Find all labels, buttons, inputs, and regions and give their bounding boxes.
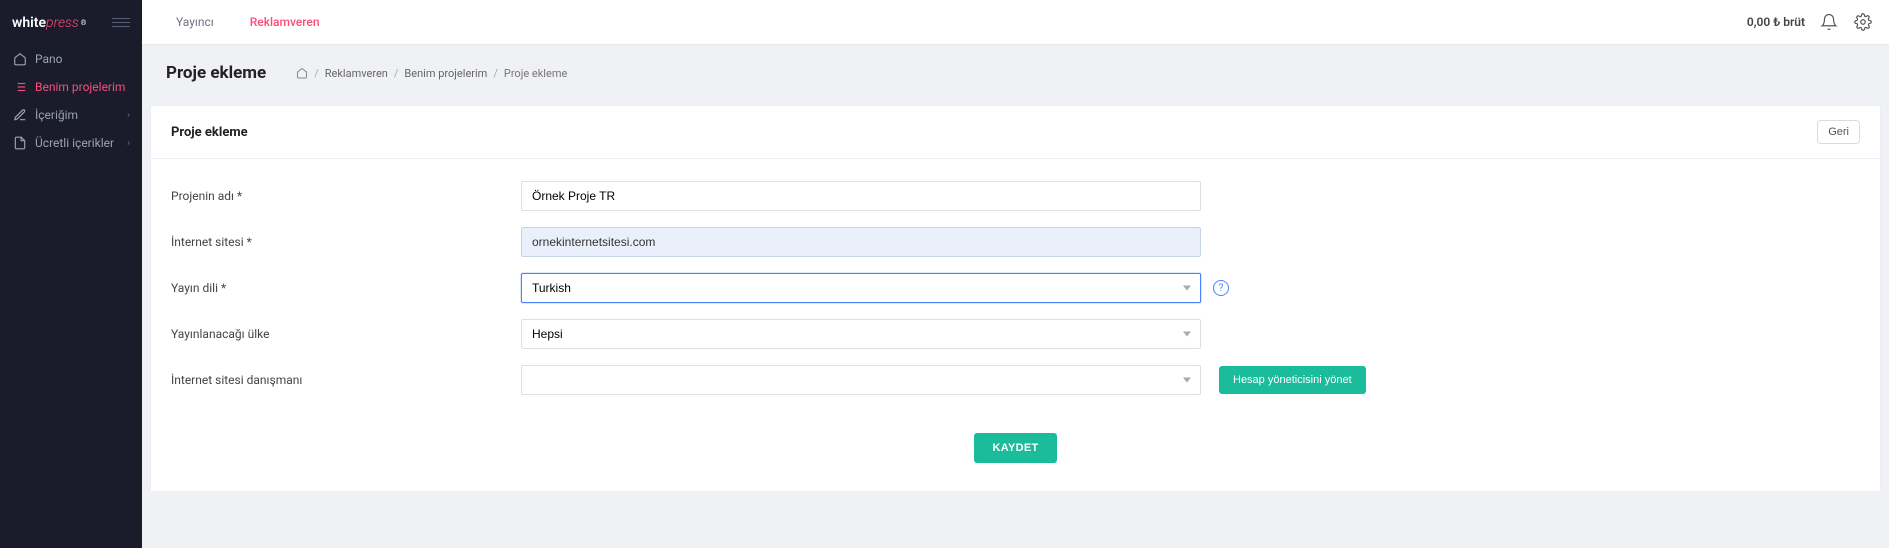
role-tabs: Yayıncı Reklamveren xyxy=(158,0,338,44)
page-header: Proje ekleme / Reklamveren / Benim proje… xyxy=(142,45,1889,105)
row-language: Yayın dili * ? xyxy=(171,273,1860,303)
tab-publisher[interactable]: Yayıncı xyxy=(158,0,232,44)
balance-label[interactable]: 0,00 ₺ brüt xyxy=(1747,15,1805,29)
breadcrumb-projects[interactable]: Benim projelerim xyxy=(404,67,487,80)
edit-icon xyxy=(12,108,27,123)
back-button[interactable]: Geri xyxy=(1817,120,1860,144)
sidebar-item-pano[interactable]: Pano xyxy=(0,45,142,73)
label-website: İnternet sitesi * xyxy=(171,235,521,249)
chevron-right-icon: › xyxy=(127,138,130,149)
project-name-input[interactable] xyxy=(521,181,1201,211)
row-website: İnternet sitesi * xyxy=(171,227,1860,257)
row-advisor: İnternet sitesi danışmanı Hesap yönetici… xyxy=(171,365,1860,395)
menu-toggle-icon[interactable] xyxy=(112,18,130,27)
breadcrumb-sep: / xyxy=(314,67,319,80)
panel-header: Proje ekleme Geri xyxy=(151,106,1880,159)
sidebar-item-label: Pano xyxy=(35,52,63,66)
sidebar-item-label: Ücretli içerikler xyxy=(35,136,114,150)
sidebar-item-paid-content[interactable]: Ücretli içerikler › xyxy=(0,129,142,157)
breadcrumb: / Reklamveren / Benim projelerim / Proje… xyxy=(296,67,567,80)
home-icon xyxy=(12,52,27,67)
language-select[interactable] xyxy=(521,273,1201,303)
country-select[interactable] xyxy=(521,319,1201,349)
page-title: Proje ekleme xyxy=(166,63,266,83)
panel-title: Proje ekleme xyxy=(171,125,248,140)
sidebar-item-content[interactable]: İçeriğim › xyxy=(0,101,142,129)
breadcrumb-advertiser[interactable]: Reklamveren xyxy=(325,67,388,80)
breadcrumb-sep: / xyxy=(394,67,399,80)
sidebar-item-label: İçeriğim xyxy=(35,108,78,122)
bell-icon[interactable] xyxy=(1819,12,1839,32)
actions: KAYDET xyxy=(171,433,1860,463)
sidebar: whitepress® Pano Benim projelerim İçeriğ… xyxy=(0,0,142,548)
panel-body: Projenin adı * İnternet sitesi * Yayın d… xyxy=(151,159,1880,491)
website-input[interactable] xyxy=(521,227,1201,257)
save-button[interactable]: KAYDET xyxy=(974,433,1056,463)
logo-part1: white xyxy=(12,15,46,31)
sidebar-header: whitepress® xyxy=(0,0,142,45)
label-advisor: İnternet sitesi danışmanı xyxy=(171,373,521,387)
topbar-right: 0,00 ₺ brüt xyxy=(1747,12,1873,32)
tab-label: Reklamveren xyxy=(250,15,320,29)
main-content: Proje ekleme / Reklamveren / Benim proje… xyxy=(142,0,1889,492)
logo[interactable]: whitepress® xyxy=(12,15,86,31)
breadcrumb-sep: / xyxy=(493,67,498,80)
home-icon[interactable] xyxy=(296,67,308,79)
document-icon xyxy=(12,136,27,151)
row-country: Yayınlanacağı ülke xyxy=(171,319,1860,349)
label-language: Yayın dili * xyxy=(171,281,521,295)
manage-account-button[interactable]: Hesap yöneticisini yönet xyxy=(1219,366,1366,394)
help-icon[interactable]: ? xyxy=(1213,280,1229,296)
panel: Proje ekleme Geri Projenin adı * İnterne… xyxy=(150,105,1881,492)
advisor-select[interactable] xyxy=(521,365,1201,395)
gear-icon[interactable] xyxy=(1853,12,1873,32)
logo-part2: press xyxy=(46,15,79,31)
logo-reg: ® xyxy=(81,19,87,27)
label-project-name: Projenin adı * xyxy=(171,189,521,203)
sidebar-item-label: Benim projelerim xyxy=(35,80,125,94)
tab-advertiser[interactable]: Reklamveren xyxy=(232,0,338,44)
chevron-right-icon: › xyxy=(127,110,130,121)
sidebar-item-projects[interactable]: Benim projelerim xyxy=(0,73,142,101)
label-country: Yayınlanacağı ülke xyxy=(171,327,521,341)
breadcrumb-current: Proje ekleme xyxy=(504,67,567,80)
topbar: Yayıncı Reklamveren 0,00 ₺ brüt xyxy=(142,0,1889,45)
row-project-name: Projenin adı * xyxy=(171,181,1860,211)
list-icon xyxy=(12,80,27,95)
tab-label: Yayıncı xyxy=(176,15,214,29)
